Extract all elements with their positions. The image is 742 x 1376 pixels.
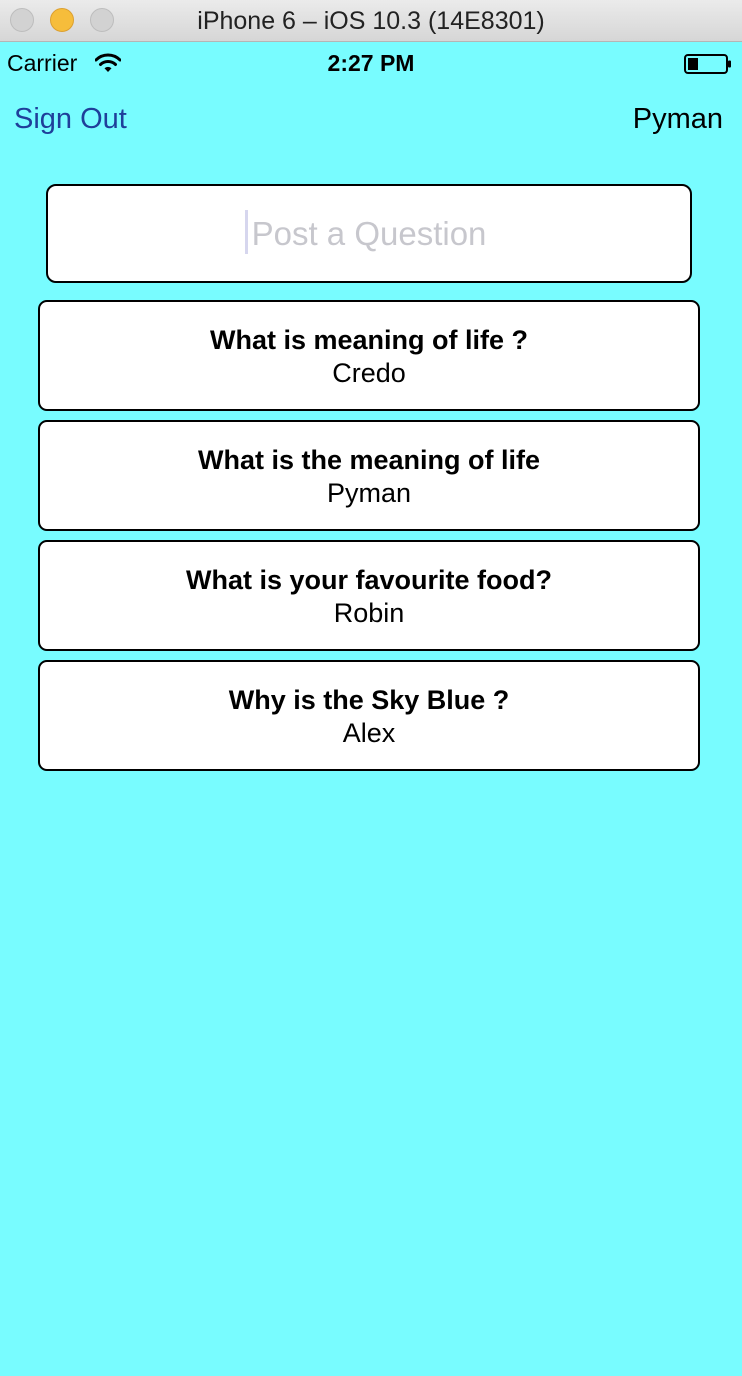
question-card[interactable]: What is meaning of life ? Credo [38,300,700,411]
post-question-box[interactable] [46,184,692,283]
question-author: Alex [342,718,396,748]
battery-icon [684,54,731,74]
status-time: 2:27 PM [327,50,415,76]
question-title: What is your favourite food? [185,565,552,595]
question-title: What is the meaning of life [197,445,541,475]
post-question-input[interactable] [48,186,690,281]
question-title: Why is the Sky Blue ? [228,685,510,715]
window-titlebar: iPhone 6 – iOS 10.3 (14E8301) [0,0,742,42]
question-author: Pyman [326,478,412,508]
text-caret [245,210,248,254]
window-title: iPhone 6 – iOS 10.3 (14E8301) [197,7,545,35]
question-title: What is meaning of life ? [209,325,528,355]
question-list: What is meaning of life ? Credo What is … [38,300,700,780]
current-username: Pyman [632,103,723,135]
status-bar: Carrier 2:27 PM [0,42,742,84]
question-card[interactable]: What is your favourite food? Robin [38,540,700,651]
navigation-bar: Sign Out Pyman [0,84,742,154]
simulator-window: iPhone 6 – iOS 10.3 (14E8301) Carrier 2:… [0,0,742,1376]
phone-screen: Carrier 2:27 PM Sign Out Pyman What is [0,42,742,1376]
question-author: Credo [332,358,406,388]
question-card[interactable]: Why is the Sky Blue ? Alex [38,660,700,771]
question-author: Robin [333,598,405,628]
question-card[interactable]: What is the meaning of life Pyman [38,420,700,531]
sign-out-button[interactable]: Sign Out [14,103,127,136]
